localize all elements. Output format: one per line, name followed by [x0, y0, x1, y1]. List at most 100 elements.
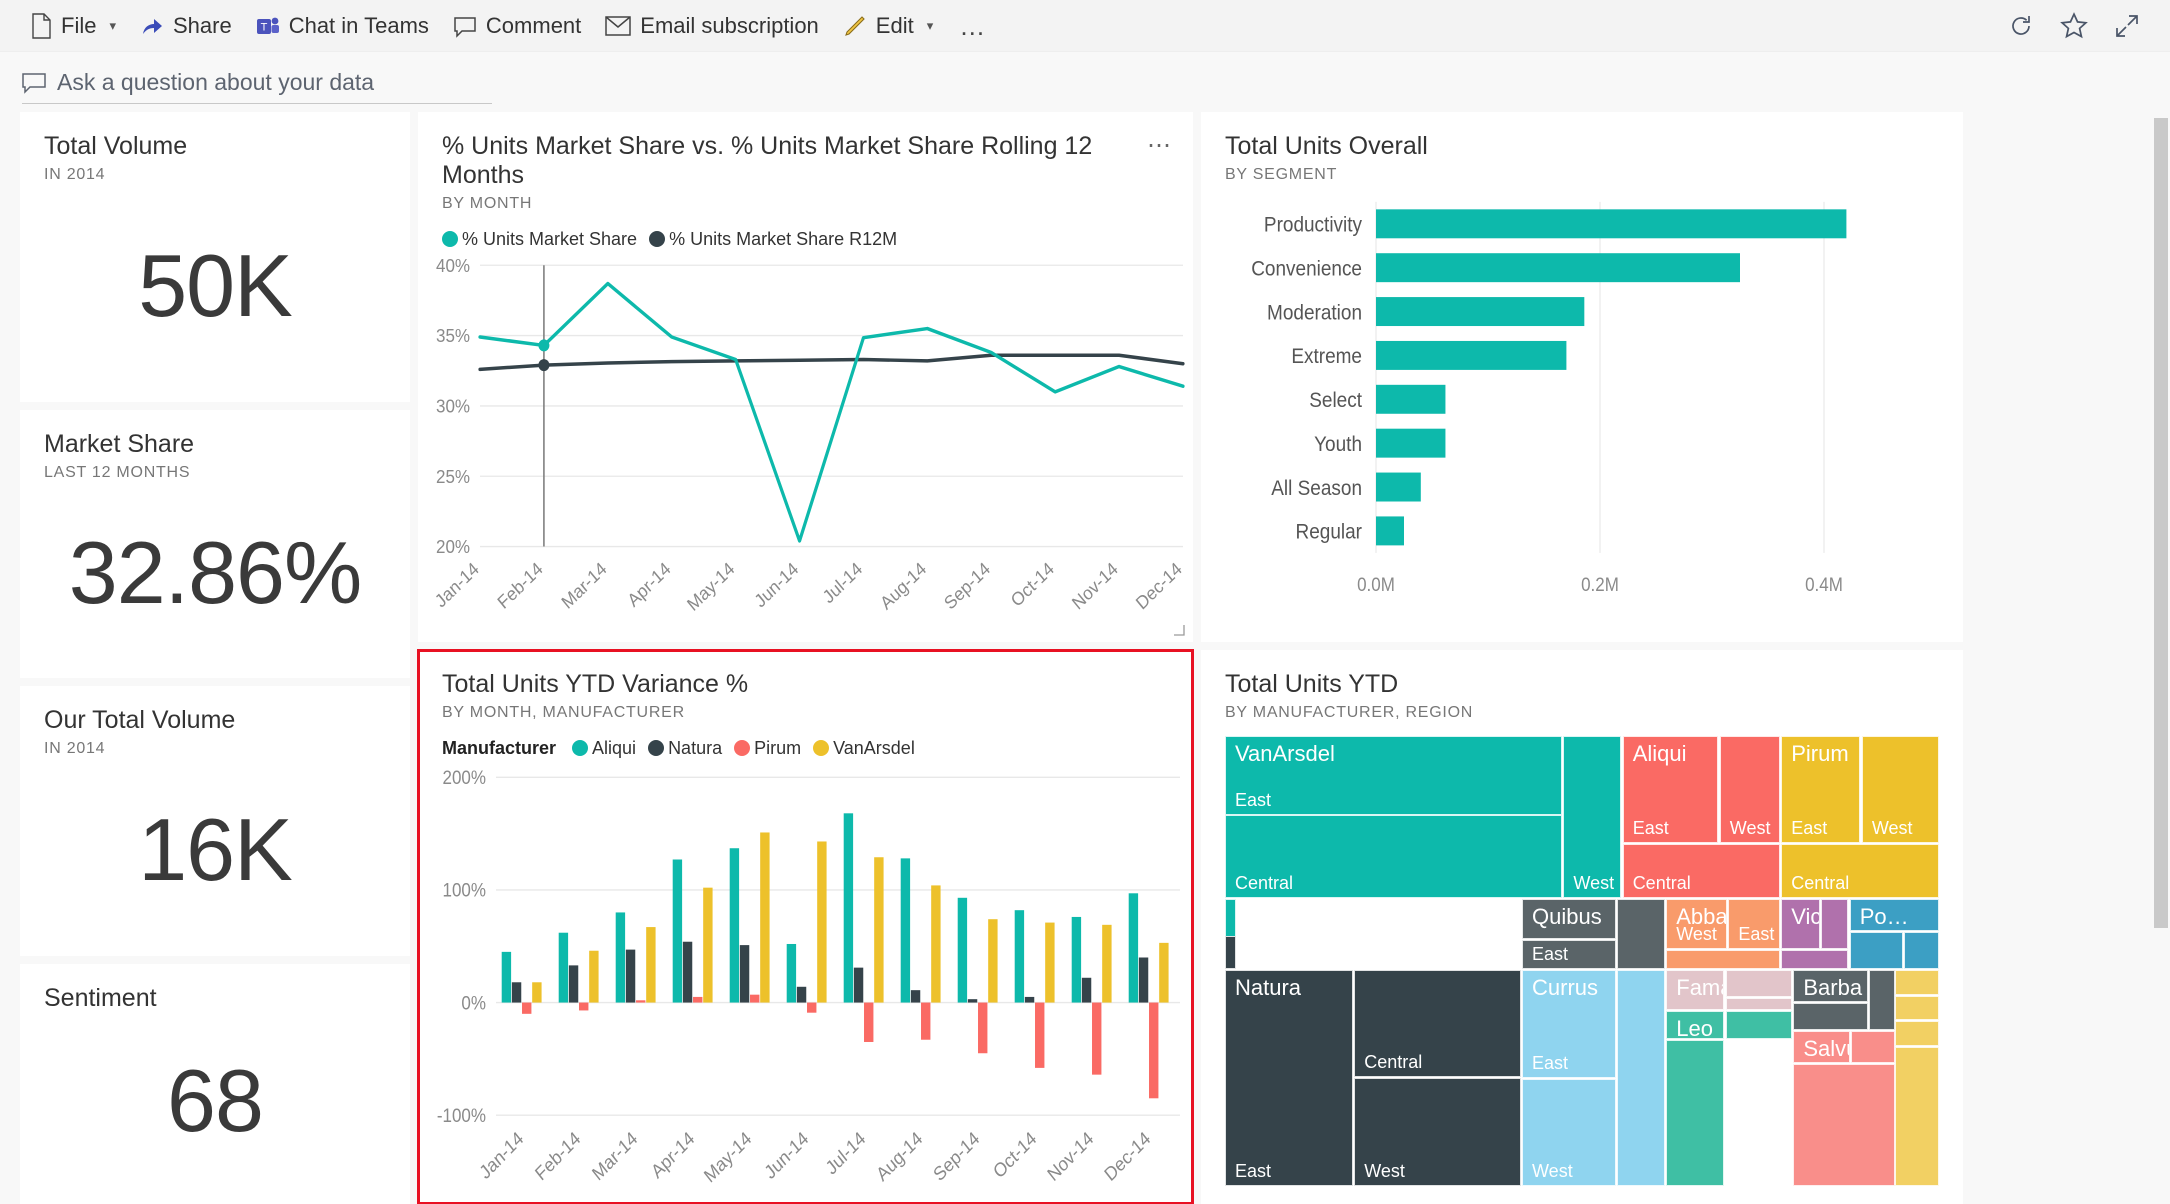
treemap-tile[interactable] — [1895, 995, 1939, 1021]
comment-icon — [453, 14, 477, 38]
svg-text:Convenience: Convenience — [1251, 257, 1362, 280]
treemap-tile[interactable] — [1793, 1063, 1895, 1186]
vertical-scrollbar[interactable] — [2152, 52, 2170, 1204]
toolbar-item-email-subscription[interactable]: Email subscription — [593, 7, 831, 45]
variance-chart-plot[interactable]: 200% 100% 0% -100% Jan-14 Feb-14 Mar-14 Apr-14 M… — [418, 759, 1193, 1204]
card-total-volume[interactable]: Total Volume IN 2014 50K — [20, 112, 410, 402]
treemap-tile[interactable]: West — [1719, 735, 1780, 843]
legend-entry-market-share-r12m[interactable]: % Units Market Share R12M — [649, 229, 897, 250]
toolbar-item-chat-in-teams[interactable]: T Chat in Teams — [244, 7, 441, 45]
treemap-tile[interactable] — [1725, 969, 1792, 997]
treemap-tile[interactable] — [1895, 1021, 1939, 1046]
middle-column: % Units Market Share vs. % Units Market … — [417, 112, 1194, 1204]
treemap-tile[interactable] — [1793, 1003, 1869, 1031]
tile-subtitle: BY SEGMENT — [1225, 165, 1338, 183]
treemap-tile-po[interactable]: Po… — [1849, 899, 1939, 931]
svg-text:Productivity: Productivity — [1264, 213, 1363, 236]
tile-resize-grip[interactable] — [1173, 624, 1185, 636]
qa-input-wrapper[interactable]: Ask a question about your data — [22, 69, 492, 104]
treemap-tile[interactable]: East — [1522, 939, 1616, 969]
fullscreen-icon[interactable] — [2114, 13, 2140, 39]
treemap-tile[interactable] — [1821, 899, 1849, 949]
legend-entry-natura[interactable]: Natura — [648, 738, 722, 759]
treemap-tile[interactable] — [1869, 969, 1895, 1031]
treemap-tile[interactable]: East — [1728, 899, 1780, 949]
svg-text:T: T — [260, 21, 267, 33]
treemap-tile[interactable]: West — [1861, 735, 1939, 843]
tile-header: Total Units YTD Variance % BY MONTH, MAN… — [418, 650, 1193, 722]
toolbar-item-file[interactable]: File ▾ — [18, 7, 128, 45]
treemap-tile[interactable] — [1895, 969, 1939, 995]
legend-entry-vanarsdel[interactable]: VanArsdel — [813, 738, 915, 759]
treemap-tile[interactable]: Central — [1781, 843, 1939, 899]
svg-text:Dec-14: Dec-14 — [1132, 558, 1186, 614]
treemap-tile[interactable]: Central — [1622, 843, 1780, 899]
pencil-icon — [843, 14, 867, 38]
treemap-tile-natura[interactable]: Natura East — [1225, 969, 1353, 1186]
treemap-tile-label: Leo — [1676, 1016, 1713, 1039]
treemap-plot[interactable]: VanArsdel East Central West Aliqui East West Ce… — [1225, 735, 1939, 1186]
card-market-share[interactable]: Market Share LAST 12 MONTHS 32.86% — [20, 410, 410, 678]
treemap-tile[interactable] — [1225, 936, 1237, 969]
treemap-tile[interactable] — [1725, 997, 1792, 1011]
treemap-region-label: Central — [1364, 1052, 1423, 1073]
toolbar-item-comment[interactable]: Comment — [441, 7, 593, 45]
treemap-tile-fama[interactable]: Fama — [1666, 969, 1725, 1011]
legend-entry-aliqui[interactable]: Aliqui — [572, 738, 636, 759]
treemap-tile[interactable]: West — [1354, 1077, 1521, 1186]
legend-swatch — [734, 740, 751, 757]
toolbar-label-file: File — [61, 12, 97, 38]
treemap-tile[interactable] — [1616, 899, 1665, 969]
tile-title: % Units Market Share vs. % Units Market … — [442, 132, 1093, 189]
treemap-tile-barba[interactable]: Barba — [1793, 969, 1869, 1003]
toolbar-overflow-button[interactable]: … — [945, 9, 1001, 43]
treemap-tile-abbas[interactable]: AbbasWest — [1666, 899, 1727, 949]
toolbar-item-edit[interactable]: Edit ▾ — [831, 7, 945, 45]
treemap-tile-vict[interactable]: Vict… — [1781, 899, 1820, 949]
tile-total-units-overall[interactable]: Total Units Overall BY SEGMENT 0.0M 0.2M 0… — [1201, 112, 1963, 642]
treemap-tile[interactable] — [1616, 969, 1665, 1186]
toolbar-item-share[interactable]: Share — [128, 7, 244, 45]
treemap-tile-currus[interactable]: Currus East — [1522, 969, 1616, 1078]
kpi-column: Total Volume IN 2014 50K Market Share LA… — [20, 112, 410, 1204]
treemap-tile-quibus[interactable]: Quibus — [1522, 899, 1616, 939]
segment-bar-plot[interactable]: 0.0M 0.2M 0.4M Productivity Convenience Moder… — [1201, 184, 1963, 642]
treemap-tile[interactable]: Central — [1354, 969, 1521, 1078]
treemap-tile[interactable] — [1666, 949, 1780, 969]
treemap-tile[interactable]: West — [1522, 1078, 1616, 1186]
qa-bar: Ask a question about your data — [0, 52, 2170, 104]
favorite-star-icon[interactable] — [2060, 11, 2088, 40]
treemap-region-label: East — [1235, 1160, 1272, 1181]
line-chart-plot[interactable]: 40% 35% 30% 25% 20% Jan-14 Feb-14 Mar-14 Apr-14 M… — [418, 250, 1193, 643]
treemap-tile[interactable] — [1849, 931, 1903, 969]
tile-units-ytd-variance[interactable]: Total Units YTD Variance % BY MONTH, MAN… — [417, 649, 1194, 1204]
treemap-tile[interactable] — [1895, 1046, 1939, 1186]
tile-total-units-ytd-treemap[interactable]: Total Units YTD BY MANUFACTURER, REGION … — [1201, 650, 1963, 1204]
treemap-tile-leo[interactable]: Leo — [1666, 1011, 1725, 1039]
card-sentiment[interactable]: Sentiment 68 — [20, 964, 410, 1204]
treemap-tile-salvus[interactable]: Salvus — [1793, 1031, 1851, 1063]
scrollbar-thumb[interactable] — [2154, 118, 2168, 928]
tile-subtitle: BY MONTH — [442, 194, 533, 212]
tile-header: Total Units YTD BY MANUFACTURER, REGION — [1201, 650, 1963, 722]
treemap-tile[interactable] — [1666, 1039, 1725, 1186]
refresh-icon[interactable] — [2008, 13, 2034, 39]
svg-text:25%: 25% — [436, 466, 470, 487]
treemap-tile[interactable] — [1781, 949, 1849, 969]
svg-text:Feb-14: Feb-14 — [531, 1127, 584, 1185]
treemap-tile[interactable]: West — [1563, 735, 1622, 899]
legend-entry-market-share[interactable]: % Units Market Share — [442, 229, 637, 250]
legend-entry-pirum[interactable]: Pirum — [734, 738, 801, 759]
treemap-tile[interactable] — [1851, 1031, 1895, 1063]
tile-more-options-button[interactable]: ⋯ — [1147, 134, 1173, 158]
treemap-tile[interactable] — [1904, 931, 1939, 969]
treemap-tile[interactable]: Central — [1225, 815, 1562, 899]
svg-text:Jul-14: Jul-14 — [819, 558, 866, 607]
card-our-total-volume[interactable]: Our Total Volume IN 2014 16K — [20, 686, 410, 956]
treemap-tile-aliqui[interactable]: Aliqui East — [1622, 735, 1719, 843]
treemap-tile[interactable] — [1725, 1011, 1792, 1039]
treemap-tile-pirum[interactable]: Pirum East — [1781, 735, 1861, 843]
treemap-tile-vanarsdel[interactable]: VanArsdel East — [1225, 735, 1562, 815]
svg-text:All Season: All Season — [1271, 477, 1362, 500]
tile-market-share-line-chart[interactable]: % Units Market Share vs. % Units Market … — [418, 112, 1193, 642]
